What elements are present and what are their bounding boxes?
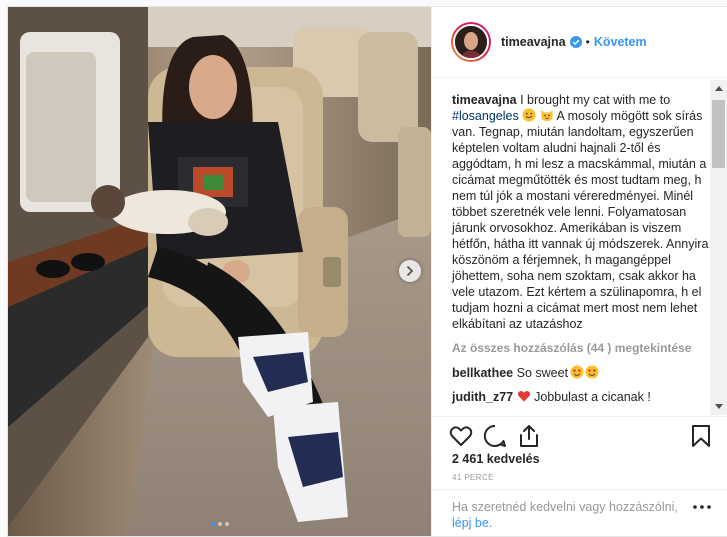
caret-down-icon	[714, 404, 723, 409]
like-count[interactable]: 2 461 kedvelés	[452, 452, 540, 466]
verified-badge-icon	[569, 36, 582, 48]
scroll-down-button[interactable]	[710, 398, 727, 415]
carousel-dot[interactable]	[224, 522, 229, 526]
more-dots-icon[interactable]	[693, 505, 711, 509]
carousel-dot[interactable]	[210, 522, 215, 526]
comment-text: Jobbulast a cicanak !	[534, 390, 651, 404]
scroll-up-button[interactable]	[710, 80, 727, 97]
avatar[interactable]	[451, 22, 491, 62]
comment-text: So sweet	[516, 366, 569, 380]
caret-up-icon	[714, 86, 723, 91]
cat-face-emoji-icon	[541, 110, 553, 121]
scrollbar-thumb[interactable]	[712, 100, 725, 168]
comment-bubble-icon[interactable]	[482, 423, 508, 449]
hashtag-link[interactable]: #losangeles	[452, 109, 519, 123]
carousel-dot[interactable]	[217, 522, 222, 526]
chevron-right-icon	[407, 266, 414, 276]
post-header: timeavajna • Követem	[432, 7, 727, 78]
post-caption: timeavajna I brought my cat with me to #…	[452, 92, 714, 332]
smiling-face-emoji-icon	[522, 108, 536, 122]
heart-icon[interactable]	[448, 423, 474, 449]
comment-author[interactable]: bellkathee	[452, 366, 513, 380]
login-prompt-text: Ha szeretnéd kedvelni vagy hozzászólni,	[452, 500, 678, 514]
post-card: timeavajna • Követem timeavajna I brough…	[7, 6, 727, 537]
login-prompt: Ha szeretnéd kedvelni vagy hozzászólni, …	[432, 489, 727, 536]
post-side-panel: timeavajna • Követem timeavajna I brough…	[431, 7, 727, 536]
login-link[interactable]: lépj be.	[452, 515, 727, 531]
share-icon[interactable]	[516, 423, 542, 449]
heart-eyes-emoji-icon	[585, 365, 599, 379]
view-all-comments-link[interactable]: Az összes hozzászólás (44 ) megtekintése	[452, 341, 707, 355]
comment-item: bellkathee So sweet	[452, 365, 707, 381]
caption-author[interactable]: timeavajna	[452, 93, 517, 107]
author-username[interactable]: timeavajna	[501, 35, 566, 49]
comment-item: judith_z77 Jobbulast a cicanak !	[452, 389, 707, 405]
comments-area: timeavajna I brought my cat with me to #…	[432, 79, 727, 415]
post-photo-illustration	[8, 7, 431, 536]
heart-eyes-emoji-icon	[570, 365, 584, 379]
avatar-image	[453, 24, 489, 60]
caption-text-1: I brought my cat with me to	[516, 93, 671, 107]
caption-text-2: A mosoly mögött sok sírás van. Tegnap, m…	[452, 109, 709, 331]
comment-author[interactable]: judith_z77	[452, 390, 513, 404]
comments-scrollbar[interactable]	[710, 80, 727, 415]
post-timestamp: 41 PERCE	[452, 473, 494, 482]
red-heart-emoji-icon	[517, 390, 530, 402]
follow-button[interactable]: Követem	[594, 35, 647, 49]
carousel-dots	[8, 522, 431, 526]
carousel-next-button[interactable]	[399, 260, 421, 282]
post-actions-bar	[432, 416, 727, 456]
header-separator: •	[585, 35, 590, 49]
bookmark-icon[interactable]	[688, 423, 714, 449]
post-photo[interactable]	[8, 7, 431, 536]
